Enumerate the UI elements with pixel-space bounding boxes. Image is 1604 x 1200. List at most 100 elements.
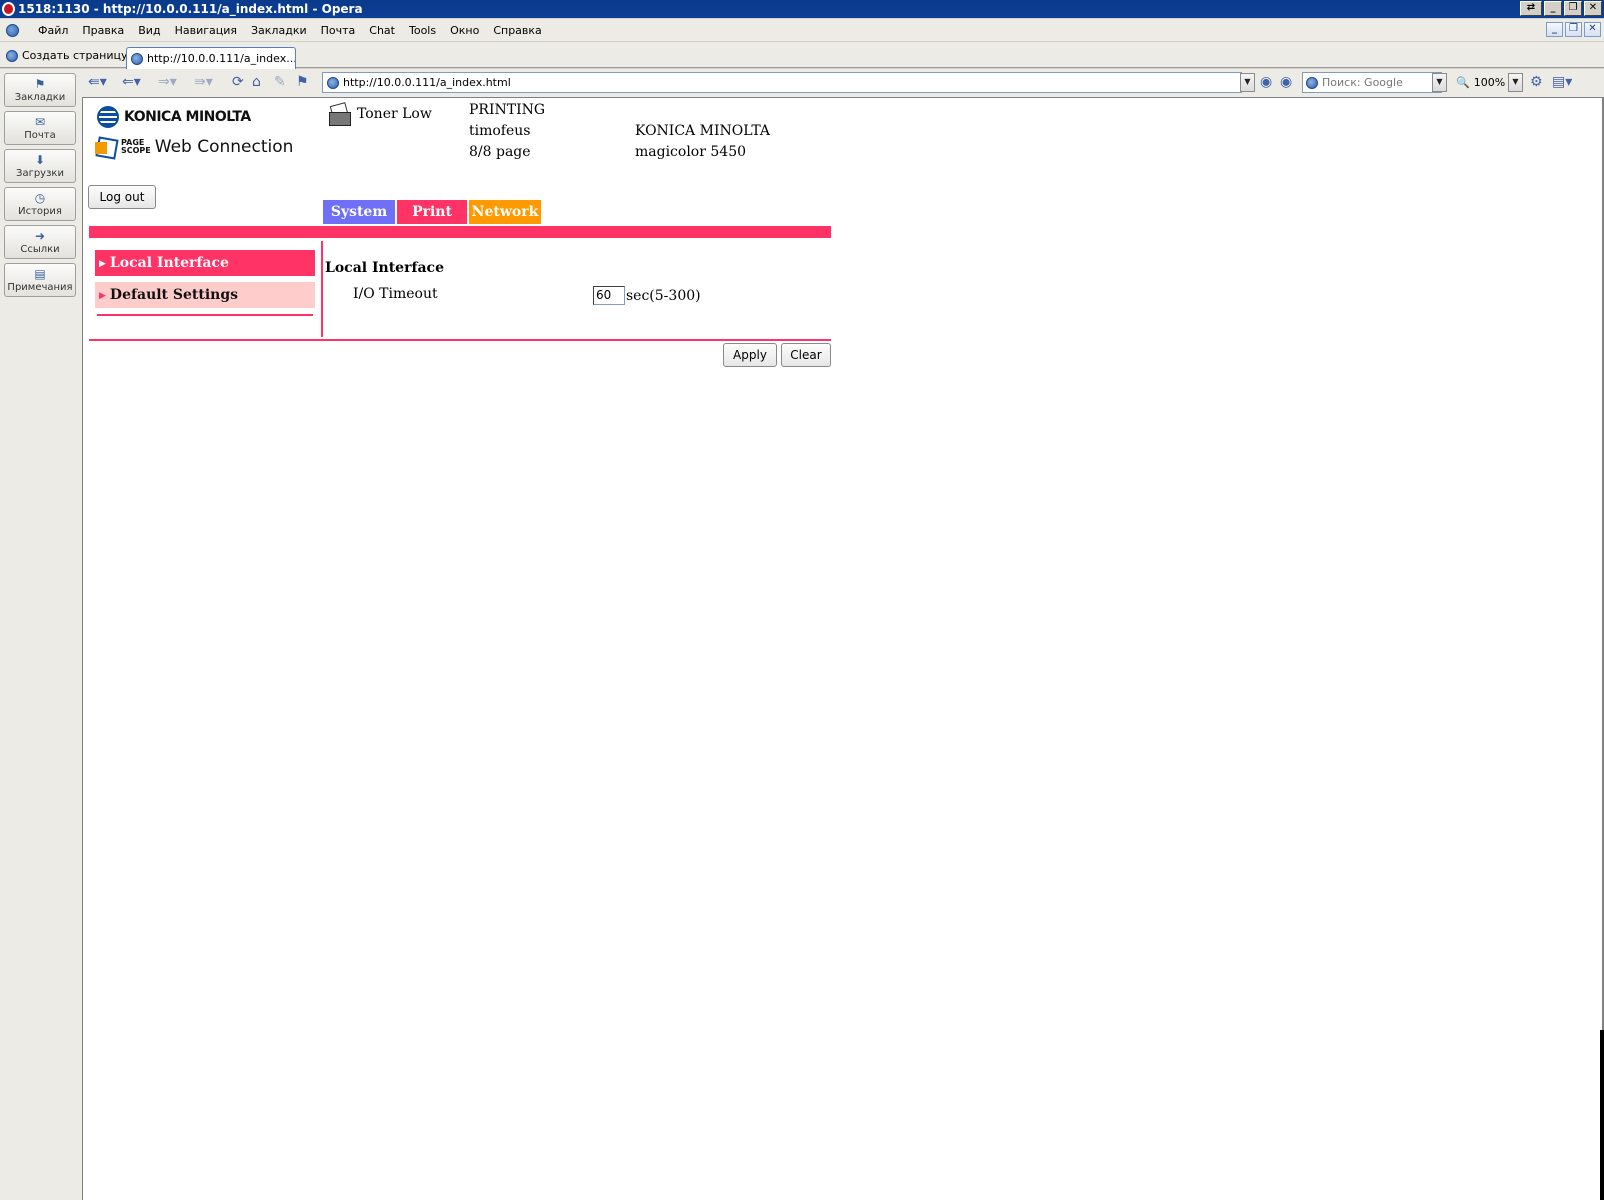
- section-title: Local Interface: [325, 260, 444, 276]
- model-name: magicolor 5450: [635, 144, 747, 160]
- back-icon[interactable]: ⇐▾: [122, 74, 141, 90]
- minimize-button[interactable]: _: [1544, 1, 1562, 16]
- bookmark-add-icon[interactable]: ⚑: [296, 74, 309, 90]
- doc-restore-button[interactable]: ❐: [1565, 22, 1582, 37]
- address-dropdown-button[interactable]: ▼: [1240, 73, 1255, 92]
- printer-state: PRINTING: [469, 102, 546, 118]
- side-notes-label: Примечания: [7, 282, 73, 293]
- nav-default-settings-label: Default Settings: [109, 287, 239, 303]
- zoom-value: 100%: [1473, 76, 1506, 89]
- menu-help[interactable]: Справка: [486, 24, 548, 37]
- menu-mail[interactable]: Почта: [314, 24, 363, 37]
- logout-button[interactable]: Log out: [88, 185, 156, 209]
- menu-bar: Файл Правка Вид Навигация Закладки Почта…: [0, 19, 1604, 41]
- tab-active[interactable]: http://10.0.0.111/a_index...: [126, 47, 296, 69]
- address-bar[interactable]: http://10.0.0.111/a_index.html: [322, 72, 1242, 93]
- opera-icon: [2, 2, 15, 16]
- printer-model-block: KONICA MINOLTA magicolor 5450: [635, 121, 770, 163]
- menu-bookmarks[interactable]: Закладки: [244, 24, 314, 37]
- clear-button[interactable]: Clear: [781, 343, 831, 367]
- header-divider: [89, 226, 831, 238]
- globe-icon: [6, 49, 18, 62]
- reload-icon[interactable]: ⟳: [232, 74, 244, 90]
- new-page-button[interactable]: Создать страницу: [6, 49, 128, 62]
- printer-status-block: PRINTING timofeus 8/8 page: [469, 100, 545, 163]
- model-brand: KONICA MINOLTA: [635, 123, 771, 139]
- zoom-dropdown-button[interactable]: ▼: [1508, 73, 1523, 92]
- pagescope-line-2: SCOPE: [121, 146, 151, 155]
- io-timeout-unit: sec(5-300): [626, 288, 701, 304]
- side-notes-button[interactable]: ▤ Примечания: [4, 263, 76, 297]
- side-downloads-button[interactable]: ⬇ Загрузки: [4, 149, 76, 183]
- side-links-label: Ссылки: [20, 244, 60, 255]
- bookmarks-icon: ⚑: [34, 77, 46, 91]
- triangle-right-icon: ▶: [99, 259, 106, 269]
- side-bookmarks-label: Закладки: [14, 92, 66, 103]
- footer-divider: [89, 339, 831, 341]
- fast-forward-icon[interactable]: ⇛▾: [194, 74, 213, 90]
- page-tools-icon[interactable]: ▤▾: [1552, 74, 1572, 90]
- km-globe-logo-icon: [97, 106, 119, 128]
- site-icon: [327, 76, 339, 89]
- viewport-corner: [1600, 1030, 1604, 1200]
- feed-icon[interactable]: ◉: [1260, 74, 1272, 90]
- tab-print[interactable]: Print: [397, 200, 467, 224]
- page-viewport: KONICA MINOLTA PAGE SCOPE Web Connection…: [82, 97, 1602, 1200]
- side-history-label: История: [18, 206, 62, 217]
- close-button[interactable]: ✕: [1584, 1, 1602, 16]
- search-engine-dropdown[interactable]: ▼: [1432, 73, 1447, 92]
- io-timeout-label: I/O Timeout: [353, 286, 438, 302]
- pagescope-logo: PAGE SCOPE Web Connection: [95, 136, 293, 158]
- google-icon: [1306, 76, 1318, 89]
- side-panel: ⚑ Закладки ✉ Почта ⬇ Загрузки ◷ История …: [0, 69, 82, 1200]
- document-controls: _ ❐ ✕: [1546, 22, 1601, 37]
- side-history-button[interactable]: ◷ История: [4, 187, 76, 221]
- home-icon[interactable]: ⌂: [252, 74, 261, 90]
- rewind-icon[interactable]: ⇚▾: [88, 74, 107, 90]
- wand-icon[interactable]: ✎: [274, 74, 286, 90]
- menu-tools[interactable]: Tools: [402, 24, 443, 37]
- doc-close-button[interactable]: ✕: [1584, 22, 1601, 37]
- address-text: http://10.0.0.111/a_index.html: [343, 76, 511, 89]
- download-arrow-icon: ⬇: [34, 153, 46, 167]
- side-links-button[interactable]: ➜ Ссылки: [4, 225, 76, 259]
- opera-menu-globe-icon[interactable]: [6, 23, 19, 37]
- nav-default-settings[interactable]: ▶ Default Settings: [95, 282, 315, 308]
- restore-button[interactable]: ❐: [1564, 1, 1582, 16]
- wand-icon-2[interactable]: ◉: [1280, 74, 1292, 90]
- menu-file[interactable]: Файл: [31, 24, 75, 37]
- navigation-toolbar: ⇚▾ ⇐▾ ⇒▾ ⇛▾ ⟳ ⌂ ✎ ⚑ http://10.0.0.111/a_…: [82, 69, 1604, 97]
- arrow-right-icon: ➜: [34, 229, 46, 243]
- menu-chat[interactable]: Chat: [362, 24, 402, 37]
- doc-minimize-button[interactable]: _: [1546, 22, 1563, 37]
- triangle-right-icon: ▶: [99, 291, 106, 301]
- tab-label: http://10.0.0.111/a_index...: [147, 52, 296, 65]
- turbo-icon[interactable]: ⚙: [1530, 74, 1543, 90]
- left-navigation: ▶ Local Interface ▶ Default Settings: [95, 250, 315, 314]
- globe-icon: [131, 52, 143, 65]
- forward-icon[interactable]: ⇒▾: [158, 74, 177, 90]
- tab-network[interactable]: Network: [469, 200, 541, 224]
- side-mail-button[interactable]: ✉ Почта: [4, 111, 76, 145]
- nav-local-interface[interactable]: ▶ Local Interface: [95, 250, 315, 276]
- menu-edit[interactable]: Правка: [75, 24, 131, 37]
- window-title: 1518:1130 - http://10.0.0.111/a_index.ht…: [18, 2, 363, 16]
- menu-view[interactable]: Вид: [131, 24, 167, 37]
- printer-icon: [327, 102, 353, 128]
- io-timeout-input[interactable]: 60: [593, 286, 625, 305]
- side-downloads-label: Загрузки: [16, 168, 64, 179]
- menu-window[interactable]: Окно: [443, 24, 486, 37]
- menu-navigation[interactable]: Навигация: [168, 24, 244, 37]
- apply-button[interactable]: Apply: [723, 343, 777, 367]
- nav-local-interface-label: Local Interface: [109, 255, 229, 271]
- printer-user: timofeus: [469, 123, 531, 139]
- content-vertical-divider: [321, 241, 323, 337]
- pagescope-text: PAGE SCOPE: [121, 139, 151, 155]
- side-bookmarks-button[interactable]: ⚑ Закладки: [4, 73, 76, 107]
- panel-toggle-button[interactable]: ⇄: [1520, 1, 1542, 16]
- zoom-control[interactable]: 🔍 100%: [1456, 72, 1514, 93]
- product-name: Web Connection: [154, 137, 294, 157]
- search-field[interactable]: Поиск: Google: [1302, 72, 1442, 93]
- tab-system[interactable]: System: [323, 200, 395, 224]
- nav-divider: [97, 314, 313, 316]
